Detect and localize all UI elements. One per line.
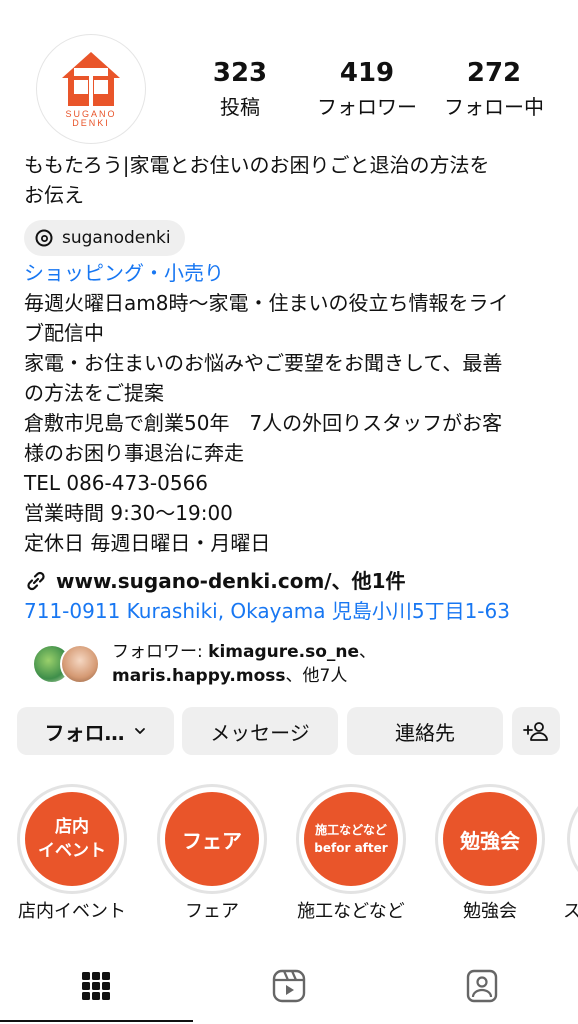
bio-text: 毎週火曜日am8時〜家電・住まいの役立ち情報をライ ブ配信中 家電・お住まいのお…	[24, 288, 564, 558]
website-link[interactable]: www.sugano-denki.com/、他1件	[24, 566, 406, 596]
bio-line: ブ配信中	[24, 321, 104, 345]
bio-line: 営業時間 9:30〜19:00	[24, 501, 233, 525]
bio-line: の方法をご提案	[24, 381, 164, 405]
logo-text: SUGANO DENKI	[65, 109, 117, 128]
add-user-button[interactable]	[512, 707, 560, 755]
bio-line: TEL 086-473-0566	[24, 471, 209, 495]
website-url: www.sugano-denki.com/、他1件	[56, 569, 406, 593]
threads-icon	[35, 229, 53, 247]
add-user-icon	[523, 722, 548, 741]
highlight-label: フェア	[185, 901, 239, 922]
highlight-construction[interactable]: 施工などなど befor after	[296, 784, 406, 894]
follower-avatar	[60, 644, 100, 684]
bio-line: 家電・お住まいのお悩みやご要望をお聞きして、最善	[24, 351, 503, 375]
active-tab-indicator	[0, 1020, 193, 1022]
profile-avatar[interactable]: SUGANO DENKI	[36, 34, 146, 144]
highlight-store-event[interactable]: 店内 イベント	[17, 784, 127, 894]
tab-tagged[interactable]	[462, 966, 502, 1006]
posts-stat[interactable]: 323 投稿	[180, 58, 300, 122]
highlight-label: 店内イベント	[18, 901, 126, 922]
message-button[interactable]: メッセージ	[182, 707, 338, 755]
tagged-icon	[466, 969, 498, 1003]
chevron-down-icon	[134, 728, 145, 734]
profile-category: ショッピング・小売り	[24, 261, 224, 285]
highlight-label: 施工などなど	[297, 901, 405, 922]
bio-line: 倉敷市児島で創業50年 7人の外回りスタッフがお客	[24, 411, 503, 435]
highlight-partial[interactable]	[567, 784, 578, 894]
tab-posts-grid[interactable]	[76, 966, 116, 1006]
profile-name: ももたろう|家電とお住いのお困りごと退治の方法を お伝え	[24, 153, 490, 207]
bio-line: 様のお困り事退治に奔走	[24, 441, 244, 465]
highlight-fair[interactable]: フェア	[157, 784, 267, 894]
tab-reels[interactable]	[269, 966, 309, 1006]
highlight-label: 勉強会	[463, 901, 517, 922]
bio-line: 毎週火曜日am8時〜家電・住まいの役立ち情報をライ	[24, 291, 509, 315]
following-stat[interactable]: 272 フォロー中	[434, 58, 554, 122]
bio-line: 定休日 毎週日曜日・月曜日	[24, 531, 271, 555]
contact-button[interactable]: 連絡先	[347, 707, 503, 755]
follow-button[interactable]: フォロ…	[17, 707, 174, 755]
followers-stat[interactable]: 419 フォロワー	[307, 58, 427, 122]
followers-label: フォロワー	[317, 95, 417, 119]
posts-label: 投稿	[220, 95, 260, 119]
follower-username: maris.happy.moss	[112, 666, 286, 686]
reels-icon	[272, 969, 306, 1003]
followed-by-text[interactable]: フォロワー: kimagure.so_ne、 maris.happy.moss、…	[112, 640, 552, 688]
highlight-study-session[interactable]: 勉強会	[435, 784, 545, 894]
posts-count: 323	[212, 58, 268, 88]
follower-username: kimagure.so_ne	[208, 642, 360, 662]
link-icon	[27, 571, 45, 591]
address-link[interactable]: 711-0911 Kurashiki, Okayama 児島小川5丁目1-63	[24, 596, 510, 626]
threads-badge[interactable]: suganodenki	[24, 220, 185, 256]
house-logo-icon	[62, 52, 120, 106]
highlight-label: ス	[563, 901, 578, 922]
threads-handle: suganodenki	[62, 228, 171, 248]
following-count: 272	[466, 58, 522, 88]
following-label: フォロー中	[444, 95, 544, 119]
followers-count: 419	[339, 58, 395, 88]
grid-icon	[82, 972, 110, 1000]
